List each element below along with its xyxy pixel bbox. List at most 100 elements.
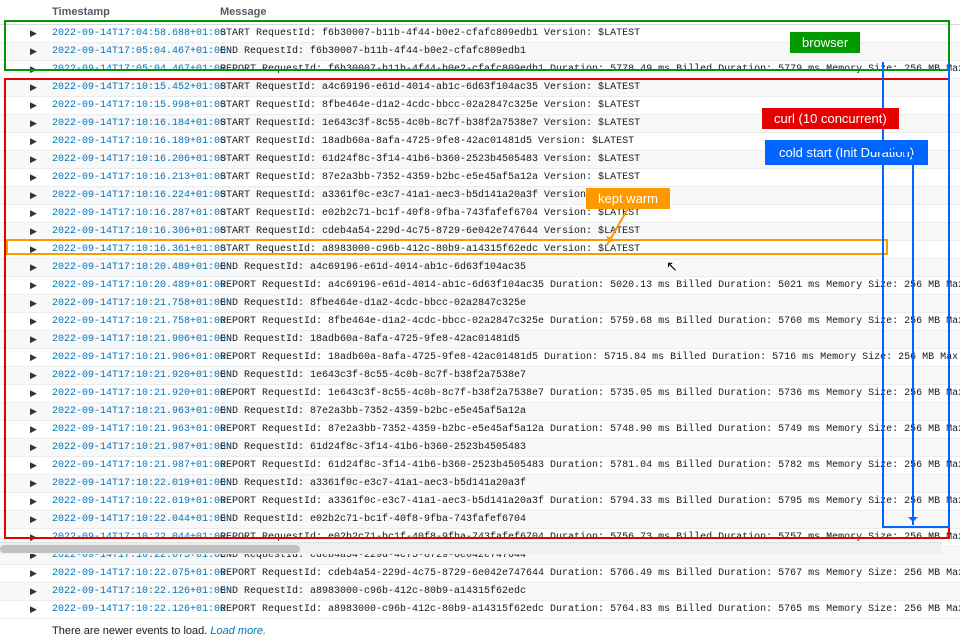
row-checkbox-cell[interactable] — [0, 25, 22, 43]
log-row[interactable]: ▶2022-09-14T17:10:15.452+01:00START Requ… — [0, 79, 960, 97]
expand-row-icon[interactable]: ▶ — [22, 439, 44, 457]
row-checkbox-cell[interactable] — [0, 259, 22, 277]
log-row[interactable]: ▶2022-09-14T17:10:16.184+01:00START Requ… — [0, 115, 960, 133]
log-timestamp[interactable]: 2022-09-14T17:10:22.075+01:00 — [44, 565, 212, 583]
log-timestamp[interactable]: 2022-09-14T17:10:16.213+01:00 — [44, 169, 212, 187]
log-row[interactable]: ▶2022-09-14T17:10:16.287+01:00START Requ… — [0, 205, 960, 223]
log-row[interactable]: ▶2022-09-14T17:10:22.126+01:00REPORT Req… — [0, 601, 960, 619]
expand-row-icon[interactable]: ▶ — [22, 115, 44, 133]
expand-row-icon[interactable]: ▶ — [22, 43, 44, 61]
log-timestamp[interactable]: 2022-09-14T17:10:21.758+01:00 — [44, 313, 212, 331]
row-checkbox-cell[interactable] — [0, 565, 22, 583]
row-checkbox-cell[interactable] — [0, 601, 22, 619]
log-message[interactable]: REPORT RequestId: 8fbe464e-d1a2-4cdc-bbc… — [212, 313, 960, 331]
expand-row-icon[interactable]: ▶ — [22, 259, 44, 277]
log-message[interactable]: REPORT RequestId: 1e643c3f-8c55-4c0b-8c7… — [212, 385, 960, 403]
log-row[interactable]: ▶2022-09-14T17:10:21.987+01:00REPORT Req… — [0, 457, 960, 475]
horizontal-scrollbar[interactable] — [0, 542, 942, 554]
row-checkbox-cell[interactable] — [0, 97, 22, 115]
log-timestamp[interactable]: 2022-09-14T17:10:22.126+01:00 — [44, 583, 212, 601]
col-header-message[interactable]: Message — [212, 0, 960, 25]
log-row[interactable]: ▶2022-09-14T17:04:58.688+01:00START Requ… — [0, 25, 960, 43]
expand-row-icon[interactable]: ▶ — [22, 241, 44, 259]
log-message[interactable]: START RequestId: 8fbe464e-d1a2-4cdc-bbcc… — [212, 97, 960, 115]
log-timestamp[interactable]: 2022-09-14T17:05:04.467+01:00 — [44, 43, 212, 61]
log-row[interactable]: ▶2022-09-14T17:10:16.224+01:00START Requ… — [0, 187, 960, 205]
log-message[interactable]: START RequestId: cdeb4a54-229d-4c75-8729… — [212, 223, 960, 241]
log-row[interactable]: ▶2022-09-14T17:10:21.758+01:00END Reques… — [0, 295, 960, 313]
log-timestamp[interactable]: 2022-09-14T17:04:58.688+01:00 — [44, 25, 212, 43]
scrollbar-thumb[interactable] — [0, 545, 300, 553]
expand-row-icon[interactable]: ▶ — [22, 223, 44, 241]
row-checkbox-cell[interactable] — [0, 187, 22, 205]
log-message[interactable]: REPORT RequestId: a3361f0c-e3c7-41a1-aec… — [212, 493, 960, 511]
row-checkbox-cell[interactable] — [0, 349, 22, 367]
log-timestamp[interactable]: 2022-09-14T17:10:21.920+01:00 — [44, 367, 212, 385]
row-checkbox-cell[interactable] — [0, 475, 22, 493]
log-timestamp[interactable]: 2022-09-14T17:10:16.306+01:00 — [44, 223, 212, 241]
log-row[interactable]: ▶2022-09-14T17:10:21.987+01:00END Reques… — [0, 439, 960, 457]
expand-row-icon[interactable]: ▶ — [22, 367, 44, 385]
log-message[interactable]: REPORT RequestId: 18adb60a-8afa-4725-9fe… — [212, 349, 960, 367]
expand-row-icon[interactable]: ▶ — [22, 205, 44, 223]
log-timestamp[interactable]: 2022-09-14T17:05:04.467+01:00 — [44, 61, 212, 79]
row-checkbox-cell[interactable] — [0, 421, 22, 439]
log-timestamp[interactable]: 2022-09-14T17:10:16.287+01:00 — [44, 205, 212, 223]
log-message[interactable]: START RequestId: a3361f0c-e3c7-41a1-aec3… — [212, 187, 960, 205]
expand-row-icon[interactable]: ▶ — [22, 295, 44, 313]
row-checkbox-cell[interactable] — [0, 583, 22, 601]
log-message[interactable]: END RequestId: a8983000-c96b-412c-80b9-a… — [212, 583, 960, 601]
col-header-timestamp[interactable]: Timestamp — [44, 0, 212, 25]
row-checkbox-cell[interactable] — [0, 511, 22, 529]
log-timestamp[interactable]: 2022-09-14T17:10:22.019+01:00 — [44, 493, 212, 511]
expand-row-icon[interactable]: ▶ — [22, 313, 44, 331]
expand-row-icon[interactable]: ▶ — [22, 187, 44, 205]
log-message[interactable]: START RequestId: 87e2a3bb-7352-4359-b2bc… — [212, 169, 960, 187]
log-row[interactable]: ▶2022-09-14T17:10:15.998+01:00START Requ… — [0, 97, 960, 115]
log-message[interactable]: END RequestId: a4c69196-e61d-4014-ab1c-6… — [212, 259, 960, 277]
log-timestamp[interactable]: 2022-09-14T17:10:15.452+01:00 — [44, 79, 212, 97]
log-row[interactable]: ▶2022-09-14T17:10:22.019+01:00END Reques… — [0, 475, 960, 493]
log-timestamp[interactable]: 2022-09-14T17:10:16.189+01:00 — [44, 133, 212, 151]
log-message[interactable]: START RequestId: f6b30007-b11b-4f44-b0e2… — [212, 25, 960, 43]
row-checkbox-cell[interactable] — [0, 403, 22, 421]
log-row[interactable]: ▶2022-09-14T17:10:20.489+01:00END Reques… — [0, 259, 960, 277]
log-message[interactable]: REPORT RequestId: 61d24f8c-3f14-41b6-b36… — [212, 457, 960, 475]
row-checkbox-cell[interactable] — [0, 115, 22, 133]
log-message[interactable]: REPORT RequestId: f6b30007-b11b-4f44-b0e… — [212, 61, 960, 79]
log-timestamp[interactable]: 2022-09-14T17:10:22.126+01:00 — [44, 601, 212, 619]
log-message[interactable]: END RequestId: 87e2a3bb-7352-4359-b2bc-e… — [212, 403, 960, 421]
log-row[interactable]: ▶2022-09-14T17:10:16.213+01:00START Requ… — [0, 169, 960, 187]
row-checkbox-cell[interactable] — [0, 313, 22, 331]
log-message[interactable]: END RequestId: 1e643c3f-8c55-4c0b-8c7f-b… — [212, 367, 960, 385]
log-timestamp[interactable]: 2022-09-14T17:10:21.758+01:00 — [44, 295, 212, 313]
log-timestamp[interactable]: 2022-09-14T17:10:21.920+01:00 — [44, 385, 212, 403]
log-message[interactable]: REPORT RequestId: a8983000-c96b-412c-80b… — [212, 601, 960, 619]
row-checkbox-cell[interactable] — [0, 277, 22, 295]
expand-row-icon[interactable]: ▶ — [22, 97, 44, 115]
log-timestamp[interactable]: 2022-09-14T17:10:21.987+01:00 — [44, 439, 212, 457]
log-row[interactable]: ▶2022-09-14T17:10:20.489+01:00REPORT Req… — [0, 277, 960, 295]
expand-row-icon[interactable]: ▶ — [22, 61, 44, 79]
log-message[interactable]: END RequestId: e02b2c71-bc1f-40f8-9fba-7… — [212, 511, 960, 529]
log-message[interactable]: END RequestId: f6b30007-b11b-4f44-b0e2-c… — [212, 43, 960, 61]
expand-row-icon[interactable]: ▶ — [22, 79, 44, 97]
expand-row-icon[interactable]: ▶ — [22, 421, 44, 439]
log-message[interactable]: END RequestId: 8fbe464e-d1a2-4cdc-bbcc-0… — [212, 295, 960, 313]
row-checkbox-cell[interactable] — [0, 493, 22, 511]
log-message[interactable]: REPORT RequestId: cdeb4a54-229d-4c75-872… — [212, 565, 960, 583]
log-timestamp[interactable]: 2022-09-14T17:10:21.987+01:00 — [44, 457, 212, 475]
load-more-link[interactable]: Load more. — [210, 625, 266, 637]
row-checkbox-cell[interactable] — [0, 133, 22, 151]
log-row[interactable]: ▶2022-09-14T17:10:22.126+01:00END Reques… — [0, 583, 960, 601]
log-timestamp[interactable]: 2022-09-14T17:10:16.206+01:00 — [44, 151, 212, 169]
expand-row-icon[interactable]: ▶ — [22, 457, 44, 475]
log-timestamp[interactable]: 2022-09-14T17:10:21.963+01:00 — [44, 421, 212, 439]
expand-row-icon[interactable]: ▶ — [22, 349, 44, 367]
log-message[interactable]: START RequestId: e02b2c71-bc1f-40f8-9fba… — [212, 205, 960, 223]
log-row[interactable]: ▶2022-09-14T17:05:04.467+01:00REPORT Req… — [0, 61, 960, 79]
log-timestamp[interactable]: 2022-09-14T17:10:21.906+01:00 — [44, 331, 212, 349]
expand-row-icon[interactable]: ▶ — [22, 133, 44, 151]
expand-row-icon[interactable]: ▶ — [22, 25, 44, 43]
log-message[interactable]: END RequestId: 61d24f8c-3f14-41b6-b360-2… — [212, 439, 960, 457]
